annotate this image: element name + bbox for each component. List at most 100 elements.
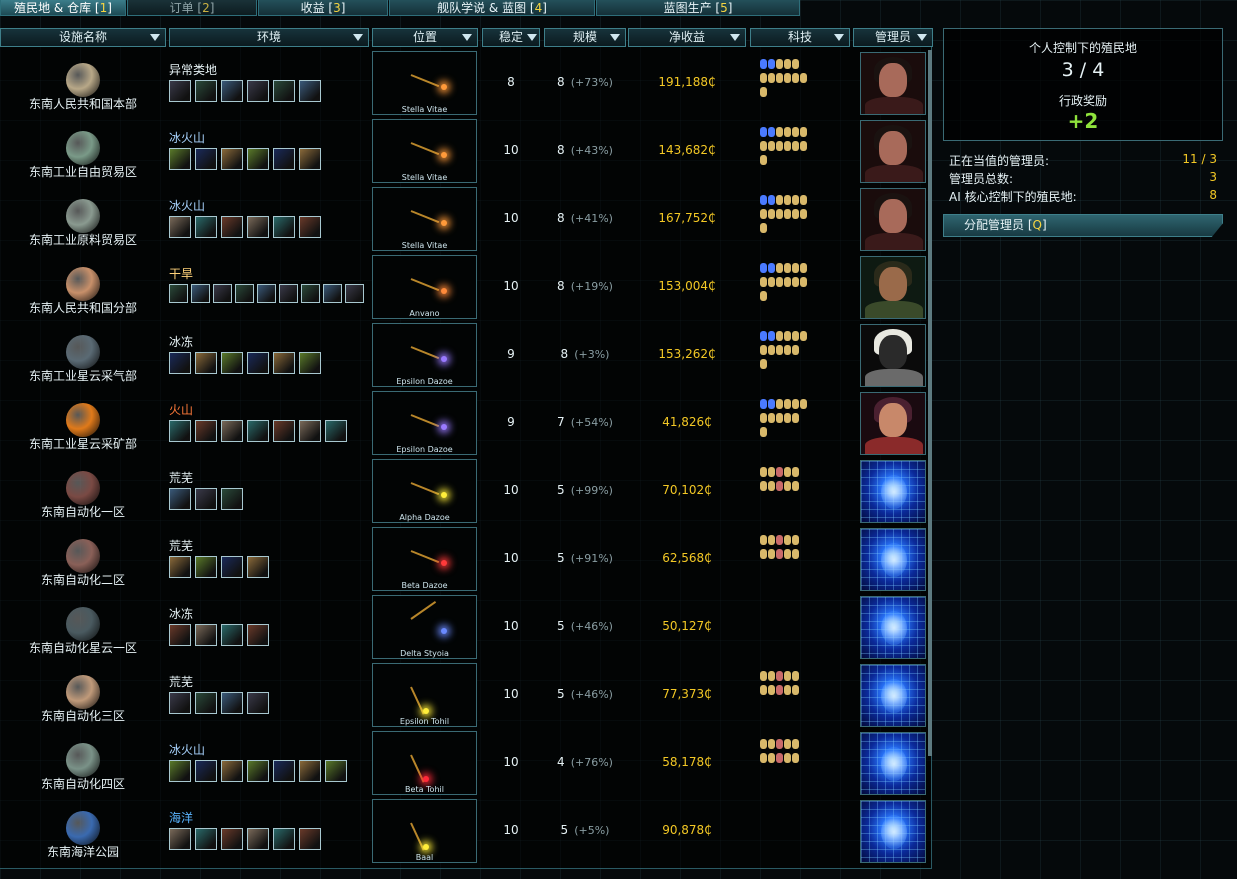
location-map[interactable]: Epsilon Dazoe — [372, 391, 477, 455]
trait-icon[interactable] — [195, 420, 217, 442]
trait-icon[interactable] — [273, 216, 295, 238]
trait-icon[interactable] — [247, 624, 269, 646]
tech-icon[interactable] — [800, 195, 807, 205]
colony-name[interactable]: 东南工业星云采矿部 — [0, 435, 166, 452]
trait-icon[interactable] — [195, 148, 217, 170]
colony-row[interactable]: 东南工业自由贸易区 冰火山 Stella Vitae 10 8 (+43%) 143,682… — [0, 115, 928, 183]
trait-icon[interactable] — [323, 284, 342, 303]
tech-icon[interactable] — [776, 753, 783, 763]
tech-icon[interactable] — [784, 195, 791, 205]
tech-icon[interactable] — [768, 263, 775, 273]
colony-row[interactable]: 东南人民共和国本部 异常类地 Stella Vitae 8 8 (+73%) 191,188… — [0, 47, 928, 115]
location-map[interactable]: Beta Tohil — [372, 731, 477, 795]
tech-icon[interactable] — [760, 671, 767, 681]
tech-icon[interactable] — [776, 195, 783, 205]
location-map[interactable]: Epsilon Dazoe — [372, 323, 477, 387]
trait-icon[interactable] — [169, 624, 191, 646]
tech-icon[interactable] — [760, 549, 767, 559]
tech-icon[interactable] — [792, 413, 799, 423]
trait-icon[interactable] — [169, 420, 191, 442]
tech-icon[interactable] — [800, 127, 807, 137]
trait-icon[interactable] — [299, 216, 321, 238]
trait-icon[interactable] — [213, 284, 232, 303]
trait-icon[interactable] — [221, 488, 243, 510]
trait-icon[interactable] — [299, 80, 321, 102]
col-tech-header[interactable]: 科技 — [750, 28, 850, 47]
trait-icon[interactable] — [273, 80, 295, 102]
tech-icon[interactable] — [784, 481, 791, 491]
tech-icon[interactable] — [760, 291, 767, 301]
trait-icon[interactable] — [221, 556, 243, 578]
trait-icon[interactable] — [247, 692, 269, 714]
administrator-portrait[interactable] — [860, 392, 926, 455]
trait-icon[interactable] — [221, 216, 243, 238]
tech-icon[interactable] — [792, 399, 799, 409]
col-env-header[interactable]: 环境 — [169, 28, 369, 47]
tech-icon[interactable] — [768, 195, 775, 205]
trait-icon[interactable] — [169, 352, 191, 374]
trait-icon[interactable] — [221, 80, 243, 102]
colony-name[interactable]: 东南工业星云采气部 — [0, 367, 166, 384]
tech-icon[interactable] — [768, 549, 775, 559]
tech-icon[interactable] — [792, 195, 799, 205]
trait-icon[interactable] — [273, 420, 295, 442]
tech-icon[interactable] — [768, 141, 775, 151]
trait-icon[interactable] — [195, 488, 217, 510]
tech-icon[interactable] — [776, 399, 783, 409]
colony-row[interactable]: 东南海洋公园 海洋 Baal 10 5 (+5%) 90,878₵ — [0, 795, 928, 863]
colony-row[interactable]: 东南自动化三区 荒芜 Epsilon Tohil 10 5 (+46%) 77,373₵ — [0, 659, 928, 727]
trait-icon[interactable] — [221, 420, 243, 442]
col-loc-header[interactable]: 位置 — [372, 28, 478, 47]
colony-row[interactable]: 东南人民共和国分部 干旱 Anvano 10 8 (+19%) 153,004₵ — [0, 251, 928, 319]
tech-icon[interactable] — [760, 277, 767, 287]
tech-icon[interactable] — [760, 413, 767, 423]
colony-name[interactable]: 东南自动化二区 — [0, 571, 166, 588]
tech-icon[interactable] — [800, 209, 807, 219]
tech-icon[interactable] — [792, 263, 799, 273]
tech-icon[interactable] — [768, 685, 775, 695]
trait-icon[interactable] — [191, 284, 210, 303]
tech-icon[interactable] — [776, 209, 783, 219]
colony-name[interactable]: 东南海洋公园 — [0, 843, 166, 860]
tab-colonies[interactable]: 殖民地 & 仓库 [1] — [0, 0, 126, 16]
trait-icon[interactable] — [235, 284, 254, 303]
ai-core-portrait[interactable] — [860, 800, 926, 863]
trait-icon[interactable] — [195, 828, 217, 850]
tech-icon[interactable] — [776, 141, 783, 151]
trait-icon[interactable] — [169, 692, 191, 714]
tech-icon[interactable] — [760, 263, 767, 273]
col-size-header[interactable]: 规模 — [544, 28, 626, 47]
trait-icon[interactable] — [195, 760, 217, 782]
tab-production[interactable]: 蓝图生产 [5] — [596, 0, 800, 16]
trait-icon[interactable] — [299, 148, 321, 170]
trait-icon[interactable] — [325, 760, 347, 782]
trait-icon[interactable] — [299, 828, 321, 850]
location-map[interactable]: Epsilon Tohil — [372, 663, 477, 727]
tech-icon[interactable] — [800, 277, 807, 287]
tech-icon[interactable] — [768, 535, 775, 545]
tech-icon[interactable] — [768, 467, 775, 477]
administrator-portrait[interactable] — [860, 120, 926, 183]
tech-icon[interactable] — [760, 87, 767, 97]
trait-icon[interactable] — [169, 148, 191, 170]
tech-icon[interactable] — [768, 59, 775, 69]
colony-name[interactable]: 东南自动化一区 — [0, 503, 166, 520]
tech-icon[interactable] — [792, 739, 799, 749]
tech-icon[interactable] — [768, 739, 775, 749]
tech-icon[interactable] — [760, 59, 767, 69]
colony-row[interactable]: 东南工业原料贸易区 冰火山 Stella Vitae 10 8 (+41%) 167,752… — [0, 183, 928, 251]
tech-icon[interactable] — [784, 209, 791, 219]
tech-icon[interactable] — [776, 481, 783, 491]
trait-icon[interactable] — [169, 828, 191, 850]
trait-icon[interactable] — [247, 556, 269, 578]
tech-icon[interactable] — [776, 331, 783, 341]
trait-icon[interactable] — [299, 420, 321, 442]
trait-icon[interactable] — [221, 624, 243, 646]
administrator-portrait[interactable] — [860, 324, 926, 387]
tech-icon[interactable] — [776, 671, 783, 681]
tech-icon[interactable] — [760, 481, 767, 491]
ai-core-portrait[interactable] — [860, 596, 926, 659]
tech-icon[interactable] — [784, 59, 791, 69]
trait-icon[interactable] — [273, 760, 295, 782]
tech-icon[interactable] — [776, 535, 783, 545]
